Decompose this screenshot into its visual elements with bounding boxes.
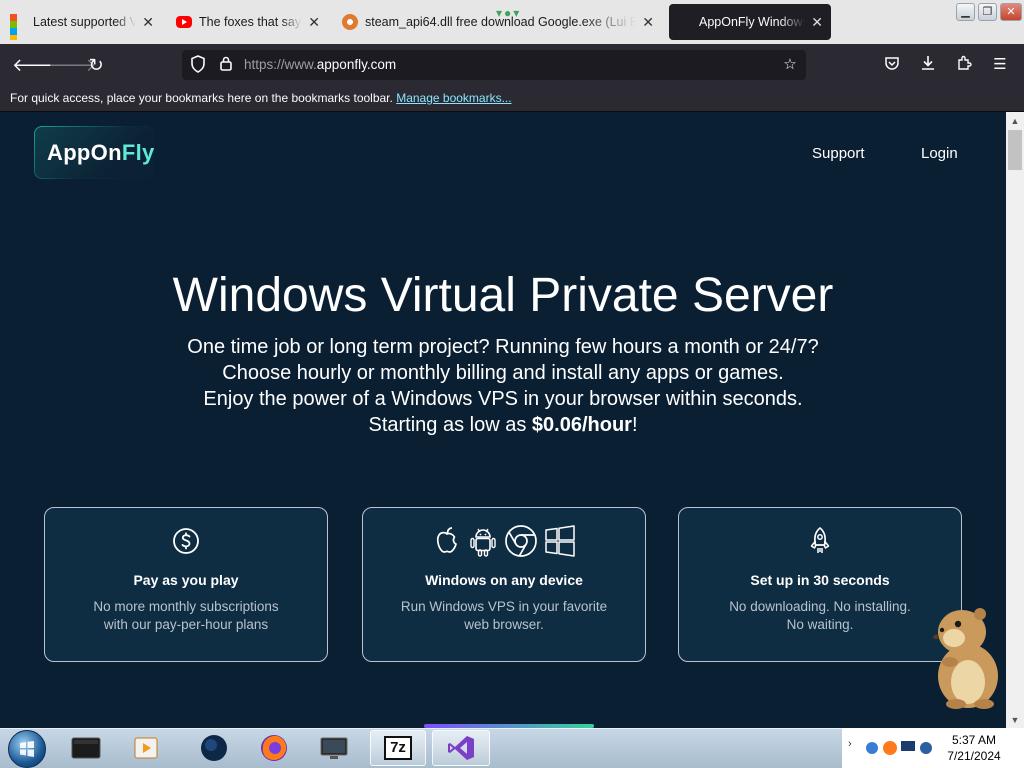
taskbar-clock[interactable]: 5:37 AM 7/21/2024	[930, 732, 1018, 764]
scrollbar-thumb[interactable]	[1008, 130, 1022, 170]
menu-hamburger-icon[interactable]: ☰	[990, 55, 1010, 75]
close-tab-icon[interactable]: ✕	[642, 14, 654, 31]
monitor-app-icon	[320, 737, 348, 759]
7zip-icon: 7z	[384, 736, 412, 760]
media-player-icon	[134, 737, 158, 759]
tab-apponfly[interactable]: AppOnFly Windows VPS ✕	[669, 4, 831, 40]
hamster-mascot-icon	[928, 604, 1006, 712]
taskbar-terminal[interactable]	[58, 730, 114, 766]
tab-title: AppOnFly Windows VPS	[699, 15, 806, 29]
gear-favicon-icon	[342, 14, 358, 30]
windows-orb-icon	[20, 741, 34, 757]
restore-button[interactable]: ❐	[978, 3, 997, 21]
terminal-app-icon	[71, 737, 101, 759]
url-text[interactable]: https://www.apponfly.com	[244, 57, 396, 72]
feature-card-setup-30-seconds: Set up in 30 seconds No downloading. No …	[678, 507, 962, 662]
network-icon[interactable]	[864, 740, 880, 756]
tray-overflow-icon[interactable]: ›	[848, 738, 852, 750]
dollar-circle-icon	[172, 527, 200, 560]
card-description: No more monthly subscriptions with our pa…	[93, 599, 279, 632]
taskbar-media-player[interactable]	[118, 730, 174, 766]
tracking-protection-shield-icon[interactable]	[188, 55, 208, 75]
manage-bookmarks-link[interactable]: Manage bookmarks...	[396, 91, 511, 105]
tab-title: Latest supported Visual Studio	[33, 15, 137, 29]
web-page: AppOn Fly Support Login Windows Virtual P…	[0, 112, 1006, 728]
android-icon	[468, 524, 498, 563]
login-link[interactable]: Login	[921, 145, 958, 162]
card-title: Windows on any device	[425, 572, 583, 588]
hero-line-2: Choose hourly or monthly billing and ins…	[222, 362, 784, 384]
hero-line-4: Starting as low as $0.06/hour!	[368, 414, 638, 436]
taskbar-globe-app[interactable]	[186, 730, 242, 766]
downloads-icon[interactable]	[918, 55, 938, 75]
card-title: Pay as you play	[133, 572, 239, 588]
brand-text-part1: AppOn	[47, 139, 122, 165]
tab-title: The foxes that say HEY!	[199, 15, 302, 29]
firefox-tray-icon[interactable]	[882, 740, 898, 756]
price: $0.06/hour	[531, 414, 632, 436]
close-window-button[interactable]: ✕	[1000, 3, 1022, 21]
card-title: Set up in 30 seconds	[750, 572, 890, 588]
card-description: No downloading. No installing. No waiting…	[729, 599, 911, 632]
scroll-down-arrow-icon[interactable]: ▼	[1006, 713, 1024, 727]
extensions-icon[interactable]	[954, 55, 974, 75]
taskbar-7zip[interactable]: 7z	[370, 730, 426, 766]
taskbar-firefox[interactable]	[246, 730, 302, 766]
lock-icon[interactable]	[216, 55, 236, 75]
clock-time: 5:37 AM	[951, 733, 997, 747]
forward-button[interactable]: 🡒	[48, 53, 96, 77]
bookmarks-toolbar: For quick access, place your bookmarks h…	[0, 86, 1024, 112]
hero-line-3: Enjoy the power of a Windows VPS in your…	[203, 388, 803, 410]
tab-visual-studio[interactable]: Latest supported Visual Studio ✕	[2, 4, 162, 40]
microsoft-logo-icon	[10, 14, 26, 40]
apple-icon	[432, 525, 462, 562]
feature-card-pay-as-you-play: Pay as you play No more monthly subscrip…	[44, 507, 328, 662]
clock-date: 7/21/2024	[947, 749, 1001, 763]
globe-app-icon	[201, 735, 227, 761]
minimize-button[interactable]: ▁	[956, 3, 975, 21]
taskbar-visual-studio[interactable]	[432, 730, 490, 766]
card-description: Run Windows VPS in your favorite web brow…	[400, 599, 608, 632]
display-icon[interactable]	[900, 740, 916, 754]
bookmarks-hint: For quick access, place your bookmarks h…	[10, 91, 393, 105]
rocket-icon	[806, 526, 834, 561]
back-button[interactable]: 🡐	[12, 53, 60, 77]
feature-card-any-device: Windows on any device Run Windows VPS in…	[362, 507, 646, 662]
scroll-up-arrow-icon[interactable]: ▲	[1006, 114, 1024, 128]
close-tab-icon[interactable]: ✕	[811, 14, 823, 31]
close-tab-icon[interactable]: ✕	[142, 14, 154, 31]
apponfly-logo[interactable]: AppOn Fly	[34, 126, 154, 179]
reload-button[interactable]: ↻	[84, 53, 108, 77]
tab-foxes[interactable]: The foxes that say HEY! ✕	[168, 4, 328, 40]
hero-title: Windows Virtual Private Server	[172, 269, 834, 322]
windows-icon	[544, 524, 576, 562]
chrome-icon	[504, 524, 538, 563]
start-button[interactable]	[8, 730, 46, 768]
youtube-icon	[176, 16, 192, 28]
vertical-scrollbar[interactable]	[1006, 112, 1024, 728]
taskbar-monitor-app[interactable]	[306, 730, 362, 766]
tab-strip-decoration-icon: ▾●▾	[496, 6, 522, 20]
pocket-icon[interactable]	[882, 55, 902, 75]
hero-line-1: One time job or long term project? Runni…	[187, 336, 819, 358]
support-link[interactable]: Support	[812, 145, 865, 162]
close-tab-icon[interactable]: ✕	[308, 14, 320, 31]
firefox-icon	[261, 735, 287, 761]
bookmark-star-icon[interactable]: ☆	[780, 55, 800, 75]
visual-studio-icon	[448, 736, 474, 760]
brand-text-part2: Fly	[121, 139, 155, 165]
